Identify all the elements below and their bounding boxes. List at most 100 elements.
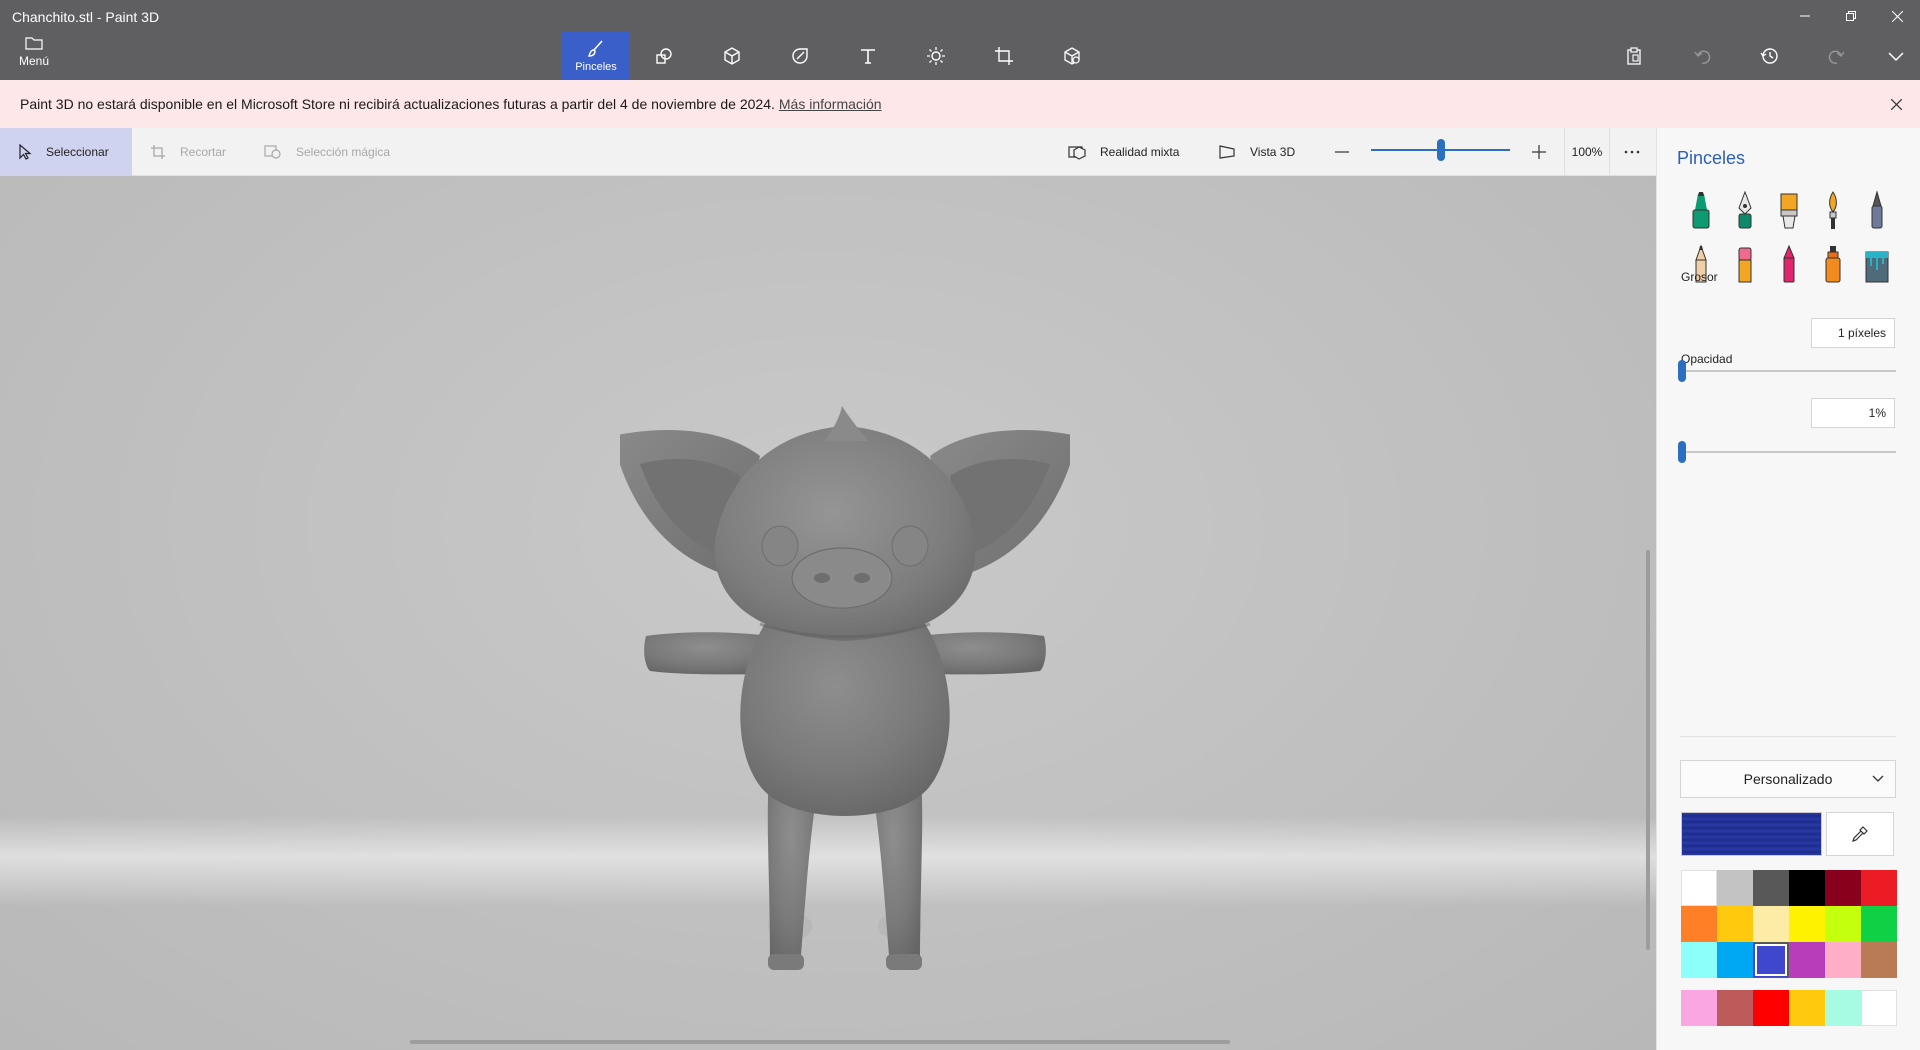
restore-button[interactable] bbox=[1828, 0, 1874, 32]
notice-close-button[interactable] bbox=[1886, 94, 1906, 114]
history-button[interactable] bbox=[1753, 40, 1785, 72]
view-3d-button[interactable]: Vista 3D bbox=[1200, 128, 1313, 176]
color-swatch[interactable] bbox=[1861, 906, 1897, 942]
crayon-brush[interactable] bbox=[1771, 242, 1807, 286]
tool-stickers[interactable] bbox=[766, 32, 834, 80]
custom-color-swatch[interactable] bbox=[1681, 990, 1717, 1026]
color-swatch[interactable] bbox=[1753, 870, 1789, 906]
custom-color-swatch[interactable] bbox=[1825, 990, 1861, 1026]
color-swatch[interactable] bbox=[1861, 942, 1897, 978]
redo-button[interactable] bbox=[1821, 40, 1853, 72]
custom-color-swatch[interactable] bbox=[1789, 990, 1825, 1026]
thickness-slider-track[interactable] bbox=[1680, 370, 1896, 372]
spray-can-brush[interactable] bbox=[1815, 242, 1851, 286]
color-swatch[interactable] bbox=[1825, 942, 1861, 978]
tool-effects[interactable] bbox=[902, 32, 970, 80]
undo-icon bbox=[1694, 50, 1711, 64]
marker-brush[interactable] bbox=[1683, 188, 1719, 232]
chevron-down-icon bbox=[1872, 775, 1884, 782]
custom-color-swatch[interactable] bbox=[1717, 990, 1753, 1026]
color-swatch[interactable] bbox=[1753, 942, 1789, 978]
window-title: Chanchito.stl - Paint 3D bbox=[12, 9, 160, 25]
thickness-label: Grosor bbox=[1681, 270, 1718, 284]
close-window-button[interactable] bbox=[1874, 0, 1920, 32]
undo-button[interactable] bbox=[1686, 40, 1718, 72]
fill-brush[interactable] bbox=[1859, 242, 1895, 286]
color-swatch[interactable] bbox=[1789, 870, 1825, 906]
custom-color-swatch[interactable] bbox=[1861, 990, 1897, 1026]
color-swatch[interactable] bbox=[1789, 942, 1825, 978]
folder-icon bbox=[25, 37, 43, 50]
calligraphy-pen-icon bbox=[1738, 190, 1752, 229]
tool-3d-library[interactable] bbox=[1038, 32, 1106, 80]
zoom-slider-thumb[interactable] bbox=[1436, 139, 1445, 161]
color-swatch[interactable] bbox=[1861, 870, 1897, 906]
panel-title: Pinceles bbox=[1677, 148, 1746, 168]
opacity-slider-thumb[interactable] bbox=[1678, 441, 1687, 463]
expand-toolbar-button[interactable] bbox=[1880, 40, 1912, 72]
palette-dropdown[interactable]: Personalizado bbox=[1680, 760, 1896, 798]
pixel-pen-icon bbox=[1871, 190, 1883, 229]
tool-brushes-label: Pinceles bbox=[575, 61, 617, 73]
zoom-out-button[interactable] bbox=[1330, 140, 1354, 164]
horizontal-scrollbar[interactable] bbox=[410, 1040, 1230, 1044]
canvas-area[interactable] bbox=[0, 176, 1656, 1050]
opacity-input[interactable]: 1% bbox=[1811, 398, 1895, 428]
calligraphy-pen-brush[interactable] bbox=[1727, 188, 1763, 232]
zoom-in-button[interactable] bbox=[1527, 140, 1551, 164]
thickness-slider-thumb[interactable] bbox=[1678, 360, 1687, 382]
color-swatch[interactable] bbox=[1681, 906, 1717, 942]
color-swatch[interactable] bbox=[1825, 906, 1861, 942]
tool-canvas[interactable] bbox=[970, 32, 1038, 80]
mixed-reality-button[interactable]: Realidad mixta bbox=[1050, 128, 1197, 176]
eraser-brush[interactable] bbox=[1727, 242, 1763, 286]
crop-label: Recortar bbox=[180, 145, 227, 159]
brush-icon bbox=[588, 40, 603, 57]
custom-color-swatch[interactable] bbox=[1753, 990, 1789, 1026]
color-swatch[interactable] bbox=[1681, 870, 1717, 906]
magic-select-button[interactable]: Selección mágica bbox=[246, 128, 408, 176]
3d-shapes-icon bbox=[724, 47, 740, 65]
tool-2d-shapes[interactable] bbox=[630, 32, 698, 80]
color-swatch[interactable] bbox=[1825, 870, 1861, 906]
magic-select-label: Selección mágica bbox=[296, 145, 391, 159]
current-color-swatch[interactable] bbox=[1681, 812, 1822, 856]
view-3d-icon bbox=[1219, 145, 1235, 159]
color-swatch[interactable] bbox=[1717, 942, 1753, 978]
color-swatch[interactable] bbox=[1717, 870, 1753, 906]
tool-brushes[interactable]: Pinceles bbox=[562, 32, 630, 80]
vertical-scrollbar[interactable] bbox=[1646, 550, 1650, 950]
select-button[interactable]: Seleccionar bbox=[0, 128, 132, 176]
magic-select-icon bbox=[264, 145, 281, 159]
zoom-value[interactable]: 100% bbox=[1564, 128, 1610, 176]
color-swatch[interactable] bbox=[1753, 906, 1789, 942]
spray-can-icon bbox=[1825, 246, 1841, 283]
pixel-pen-brush[interactable] bbox=[1859, 188, 1895, 232]
more-info-link[interactable]: Más información bbox=[779, 96, 882, 112]
watercolor-brush[interactable] bbox=[1815, 188, 1851, 232]
cursor-icon bbox=[19, 144, 32, 160]
effects-icon bbox=[927, 47, 945, 65]
more-icon bbox=[1624, 150, 1640, 154]
color-swatch[interactable] bbox=[1789, 906, 1825, 942]
tool-text[interactable] bbox=[834, 32, 902, 80]
menu-button[interactable]: Menú bbox=[10, 36, 58, 76]
color-swatch[interactable] bbox=[1717, 906, 1753, 942]
color-swatch[interactable] bbox=[1681, 942, 1717, 978]
eyedropper-button[interactable] bbox=[1826, 812, 1894, 856]
title-bar: Chanchito.stl - Paint 3D Menú Pinceles bbox=[0, 0, 1920, 80]
pig-3d-model[interactable] bbox=[620, 306, 1070, 1026]
opacity-slider-track[interactable] bbox=[1680, 451, 1896, 453]
oil-brush[interactable] bbox=[1771, 188, 1807, 232]
deprecation-notice: Paint 3D no estará disponible en el Micr… bbox=[0, 80, 1920, 128]
paste-button[interactable] bbox=[1618, 40, 1650, 72]
oil-brush-icon bbox=[1780, 193, 1798, 229]
crayon-icon bbox=[1783, 244, 1795, 283]
more-options-button[interactable] bbox=[1618, 140, 1646, 164]
crop-button[interactable]: Recortar bbox=[132, 128, 244, 176]
tool-3d-shapes[interactable] bbox=[698, 32, 766, 80]
minimize-button[interactable] bbox=[1782, 0, 1828, 32]
panel-divider bbox=[1680, 736, 1896, 737]
thickness-input[interactable]: 1 píxeles bbox=[1811, 318, 1895, 348]
chevron-down-icon bbox=[1888, 52, 1904, 62]
